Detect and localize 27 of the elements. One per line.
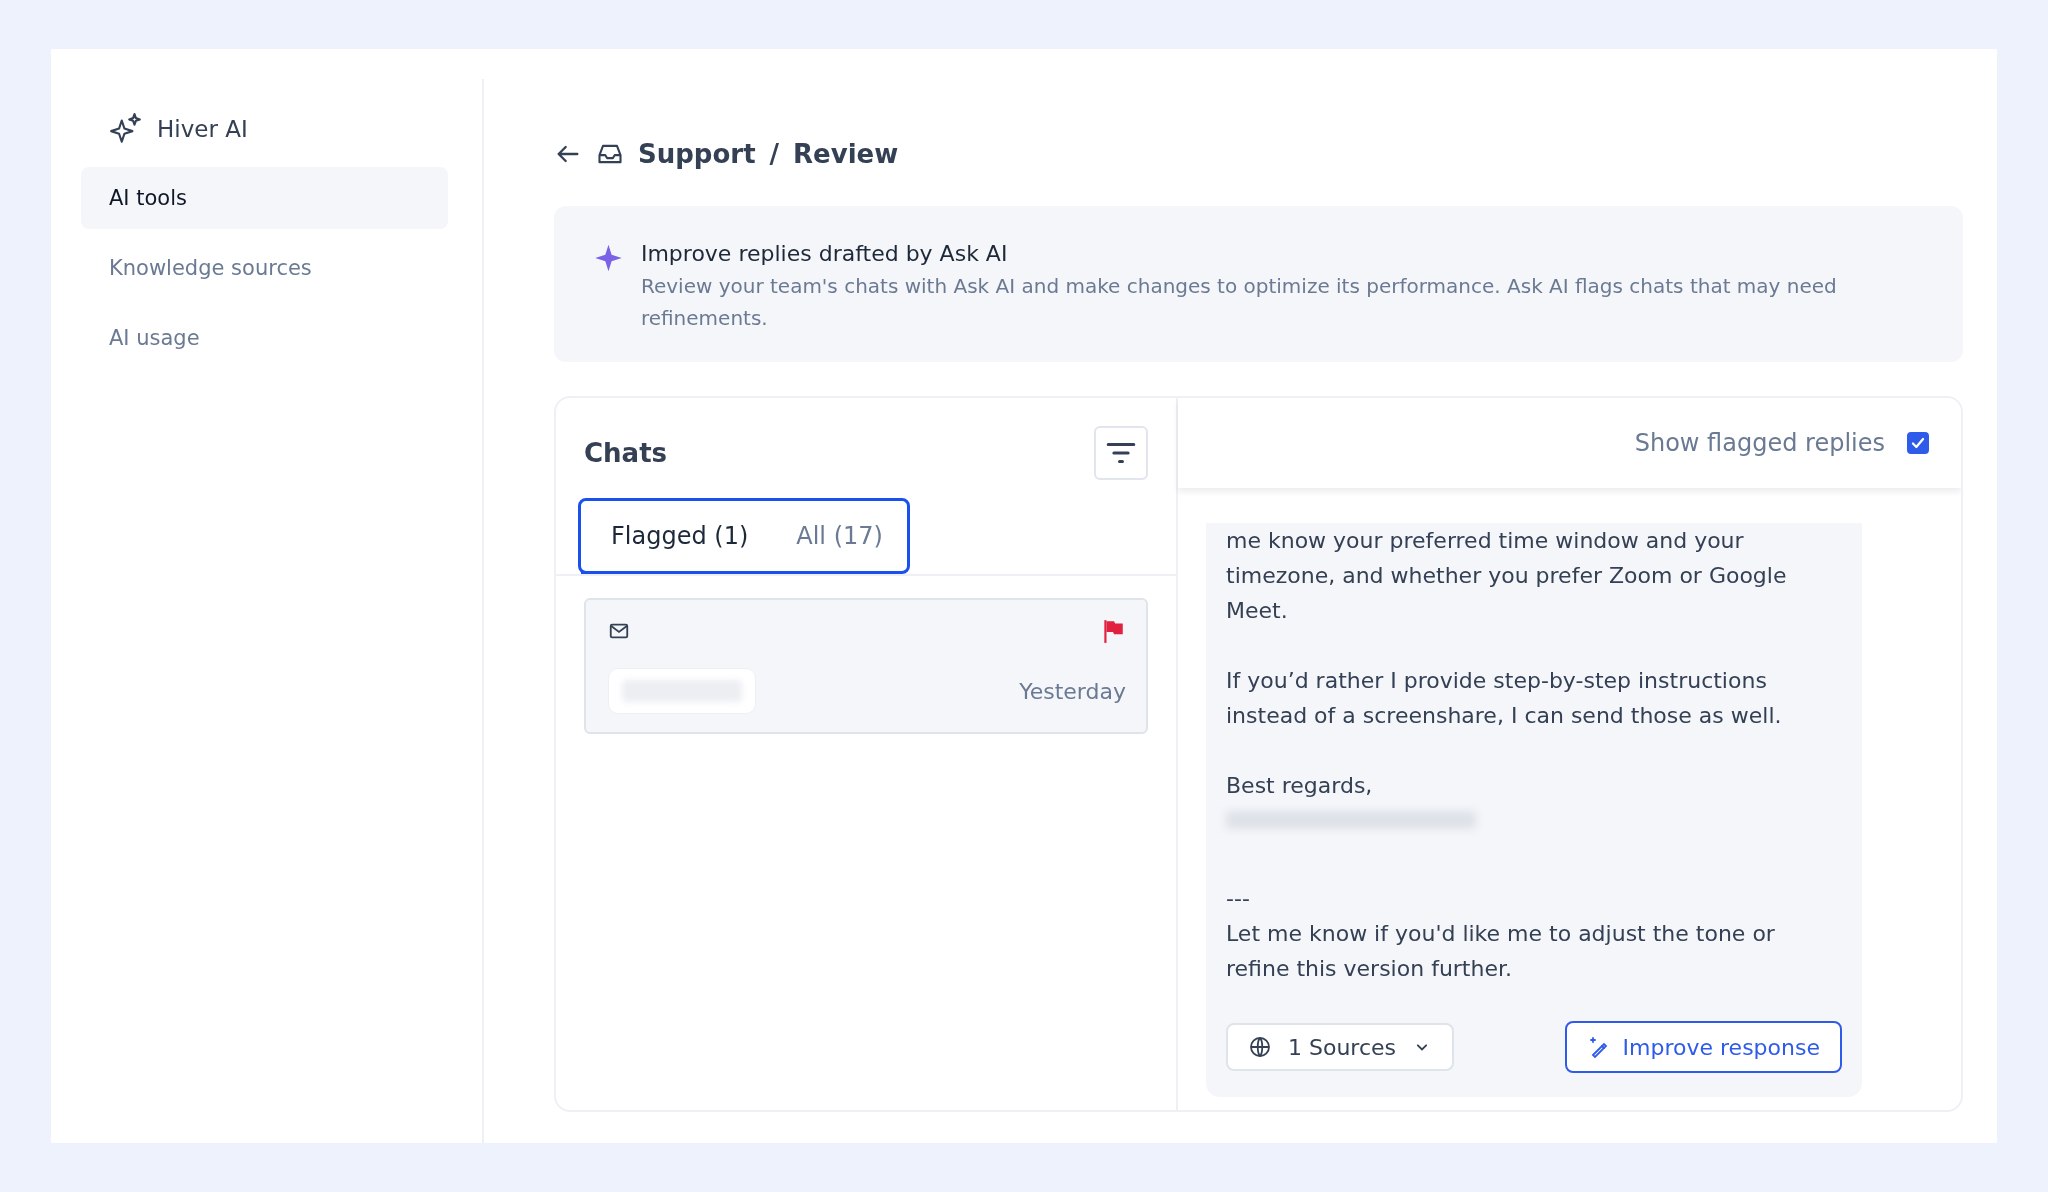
show-flagged-label: Show flagged replies [1634, 429, 1885, 457]
breadcrumb-item[interactable]: Support [638, 139, 756, 169]
sparkle-icon [594, 243, 623, 273]
breadcrumb-item: Review [793, 139, 899, 169]
sources-dropdown[interactable]: 1 Sources [1226, 1023, 1454, 1071]
banner-text: Review your team's chats with Ask AI and make changes to optimize its performance. Ask AI flags chats that may need refinements. [640, 273, 1838, 332]
app-title: Hiver AI [157, 116, 248, 142]
chats-title: Chats [584, 438, 668, 468]
chat-time: Yesterday [1019, 678, 1126, 704]
globe-icon [1248, 1035, 1272, 1059]
filter-tab[interactable]: Flagged (1) [581, 501, 773, 574]
reply-paragraph: If you’d rather I provide step-by-step instructions instead of a screenshare, I can send those as well. [1226, 667, 1783, 730]
sidebar-item[interactable]: Knowledge sources [81, 237, 448, 299]
sidebar-item[interactable]: AI usage [81, 307, 448, 369]
breadcrumb-separator: / [769, 139, 780, 169]
filter-tab[interactable]: All (17) [772, 501, 907, 571]
reply-paragraph: me know your preferred time window and your timezone, and whether you prefer Zoom or Google Meet. [1226, 527, 1788, 625]
sparkle-icon [109, 112, 143, 146]
show-flagged-checkbox[interactable] [1907, 432, 1929, 454]
filter-button[interactable] [1094, 426, 1148, 480]
banner-title: Improve replies drafted by Ask AI [640, 241, 1009, 266]
reply-paragraph: Let me know if you'd like me to adjust the tone or refine this version further. [1226, 920, 1776, 983]
reply-paragraph: Best regards, [1226, 772, 1374, 800]
reply-paragraph: --- [1226, 885, 1251, 913]
improve-response-button[interactable]: Improve response [1564, 1021, 1842, 1073]
chat-card[interactable]: Yesterday [584, 598, 1148, 734]
sidebar-item[interactable]: AI tools [81, 167, 448, 229]
